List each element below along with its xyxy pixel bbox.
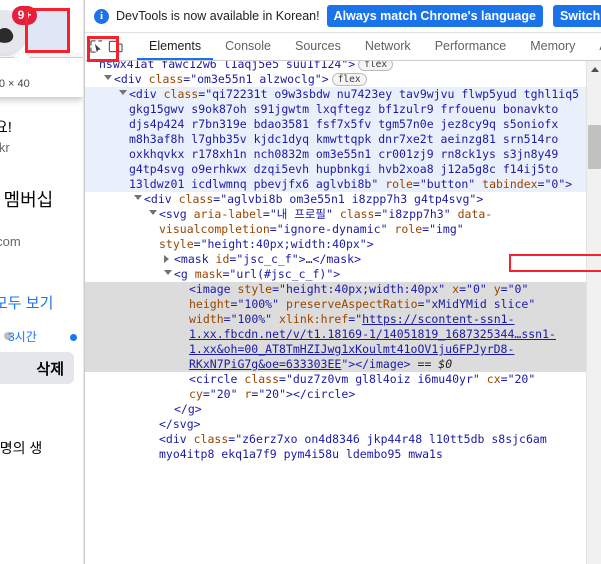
dom-tree-node[interactable]: <circle class="duz7z0vm gl8l4oiz i6mu40y… [85, 372, 587, 402]
info-icon: i [94, 8, 109, 24]
tab-performance[interactable]: Performance [423, 33, 519, 60]
unread-dot-blue [70, 334, 77, 341]
page-text-domain-2: s.com [0, 234, 21, 249]
expand-arrow-icon[interactable] [164, 255, 169, 263]
element-inspect-tooltip: ey.tav gwv.s 40 × 40 [0, 51, 83, 97]
tooltip-caret [14, 51, 30, 58]
collapse-arrow-icon[interactable] [119, 90, 127, 95]
timestamp-label: 3시간 [8, 330, 37, 344]
dom-node-markup: <div class="om3e55n1 alzwoclg"> flex [114, 72, 367, 86]
webpage-topbar: 9+ [0, 0, 83, 58]
banner-message: DevTools is now available in Korean! [116, 9, 320, 23]
elements-dom-tree[interactable]: ··· nswx41at fawc12w6 l1aqj5e5 suu1f124"… [85, 61, 601, 564]
scrollbar-thumb[interactable] [588, 125, 601, 169]
screenshot-root: 9+ ey.tav gwv.s 40 × 40 요! o.kr 스 멤버십 s.… [0, 0, 601, 564]
dom-node-markup: </svg> [159, 417, 201, 431]
see-all-link[interactable]: 모두 보기 [0, 292, 53, 313]
dom-tree-node[interactable]: nswx41at fawc12w6 l1aqj5e5 suu1f124"> fle… [85, 61, 587, 72]
collapse-arrow-icon[interactable] [134, 195, 142, 200]
devtools-panel: i DevTools is now available in Korean! A… [84, 0, 601, 564]
dom-tree-node[interactable]: <mask id="jsc_c_f">…</mask> [85, 252, 587, 267]
dom-tree-node[interactable]: <div class="z6erz7xo on4d8346 jkp44r48 l… [85, 432, 587, 462]
tab-sources[interactable]: Sources [283, 33, 353, 60]
page-text-people-count: 4명의 생 [0, 440, 43, 456]
dom-tree-node[interactable]: <div class="om3e55n1 alzwoclg"> flex [85, 72, 587, 87]
notification-badge[interactable]: 9+ [12, 6, 37, 25]
delete-button[interactable]: 삭제 [0, 352, 74, 384]
devtools-language-banner: i DevTools is now available in Korean! A… [85, 0, 601, 33]
switch-devtools-button[interactable]: Switch DevTools [552, 5, 601, 27]
scroll-up-arrow[interactable] [590, 67, 599, 72]
dom-node-markup: <circle class="duz7z0vm gl8l4oiz i6mu40y… [189, 372, 536, 401]
webpage-left-strip: 9+ ey.tav gwv.s 40 × 40 요! o.kr 스 멤버십 s.… [0, 0, 84, 564]
dom-node-markup: <div class="z6erz7xo on4d8346 jkp44r48 l… [159, 432, 554, 461]
collapse-arrow-icon[interactable] [104, 75, 112, 80]
dom-node-markup: </g> [174, 402, 202, 416]
dom-tree-node[interactable]: <g mask="url(#jsc_c_f)"> [85, 267, 587, 282]
delete-button-label: 삭제 [36, 361, 64, 378]
page-text-domain-1: o.kr [0, 140, 10, 155]
inspect-element-icon[interactable] [89, 36, 104, 58]
dom-node-markup: <svg aria-label="내 프로필" class="i8zpp7h3"… [159, 207, 493, 251]
dom-node-markup: nswx41at fawc12w6 l1aqj5e5 suu1f124"> fle… [99, 61, 394, 71]
dom-tree-node[interactable]: </svg> [85, 417, 587, 432]
dom-tree-node[interactable]: <div class="qi72231t o9w3sbdw nu7423ey t… [85, 87, 587, 192]
dom-tree-node[interactable]: <svg aria-label="내 프로필" class="i8zpp7h3"… [85, 207, 587, 252]
tab-console[interactable]: Console [213, 33, 283, 60]
dom-node-markup: <image style="height:40px;width:40px" x=… [189, 282, 556, 371]
tree-rows-container: nswx41at fawc12w6 l1aqj5e5 suu1f124"> fle… [85, 61, 587, 462]
tab-application[interactable]: A [587, 33, 601, 60]
dom-tree-node[interactable]: <div class="aglvbi8b om3e55n1 i8zpp7h3 g… [85, 192, 587, 207]
dom-node-markup: <div class="qi72231t o9w3sbdw nu7423ey t… [129, 87, 586, 191]
tab-elements[interactable]: Elements [137, 33, 213, 60]
dom-node-markup: <g mask="url(#jsc_c_f)"> [174, 267, 341, 281]
devtools-vertical-scrollbar[interactable] [586, 61, 601, 564]
devtools-tab-bar: Elements Console Sources Network Perform… [85, 33, 601, 61]
page-text-greeting: 요! [0, 119, 12, 136]
dom-tree-node[interactable]: <image style="height:40px;width:40px" x=… [85, 282, 587, 372]
device-toolbar-icon[interactable] [108, 36, 123, 58]
collapse-arrow-icon[interactable] [149, 210, 157, 215]
tab-memory[interactable]: Memory [518, 33, 587, 60]
dom-node-markup: <div class="aglvbi8b om3e55n1 i8zpp7h3 g… [144, 192, 484, 206]
page-text-membership: 스 멤버십 [0, 190, 54, 210]
dom-tree-node[interactable]: </g> [85, 402, 587, 417]
tab-network[interactable]: Network [353, 33, 423, 60]
webpage-body: 요! o.kr 스 멤버십 s.com 모두 보기 3시간 삭제 4명의 생 [0, 108, 83, 564]
tooltip-class-line-1: ey.tav [0, 63, 78, 77]
collapse-arrow-icon[interactable] [164, 270, 172, 275]
always-match-language-button[interactable]: Always match Chrome's language [326, 5, 543, 27]
dom-node-markup: <mask id="jsc_c_f">…</mask> [174, 252, 361, 266]
tooltip-dimensions: 40 × 40 [0, 78, 30, 90]
